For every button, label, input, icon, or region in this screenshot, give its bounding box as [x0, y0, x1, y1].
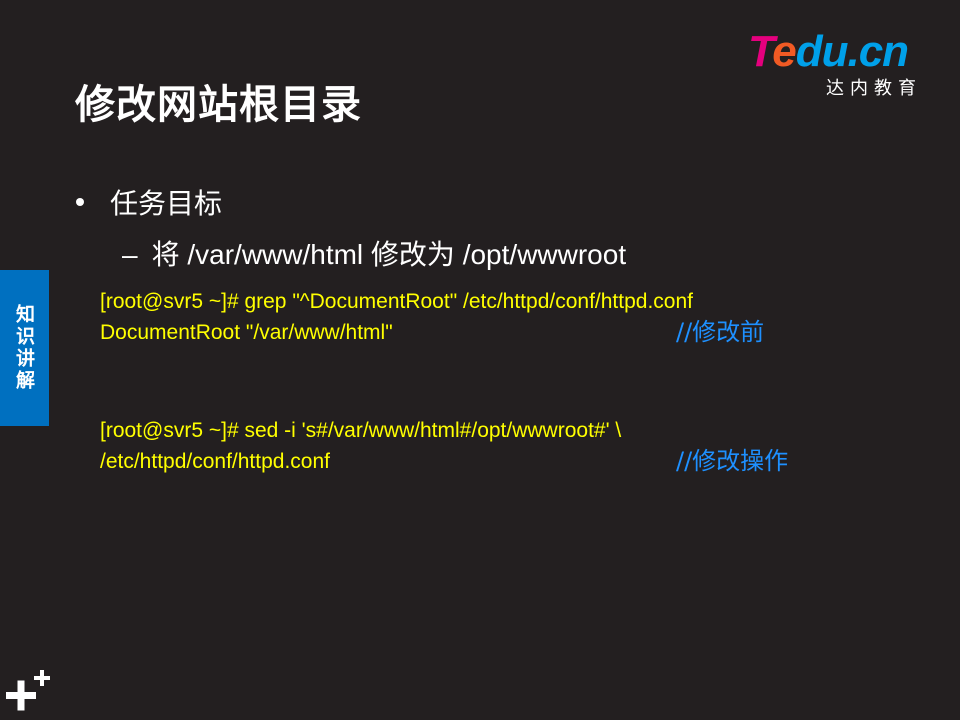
logo-subtitle: 达内教育	[826, 78, 922, 99]
code-block-grep: [root@svr5 ~]# grep "^DocumentRoot" /etc…	[100, 286, 764, 348]
sidebar-tab: 知识讲解	[0, 270, 49, 426]
logo-letters-rest: du.cn	[795, 27, 909, 76]
sub-bullet-dash: –	[122, 239, 138, 270]
code-line: [root@svr5 ~]# sed -i 's#/var/www/html#/…	[100, 415, 621, 446]
code-block-sed: [root@svr5 ~]# sed -i 's#/var/www/html#/…	[100, 415, 788, 477]
logo-letter-e: e	[772, 27, 797, 76]
code-text: DocumentRoot "/var/www/html"	[100, 321, 393, 344]
bullet-item: 任务目标	[76, 182, 222, 222]
logo-letter-t: T	[748, 27, 773, 76]
code-text: [root@svr5 ~]# grep "^DocumentRoot" /etc…	[100, 290, 693, 313]
plus-plus-icon	[6, 670, 50, 711]
sub-bullet-item: – 将 /var/www/html 修改为 /opt/wwwroot	[122, 233, 626, 273]
logo-wordmark: Tedu.cn	[748, 27, 909, 76]
code-comment: //修改前	[676, 318, 765, 346]
bullet-text: 任务目标	[110, 187, 223, 220]
slide: 修改网站根目录 Tedu.cn 达内教育 任务目标 – 将 /var/www/ht…	[0, 0, 960, 720]
sidebar-tab-label: 知识讲解	[13, 304, 35, 392]
code-text: [root@svr5 ~]# sed -i 's#/var/www/html#/…	[100, 419, 622, 442]
code-comment: //修改操作	[676, 447, 789, 475]
code-line: [root@svr5 ~]# grep "^DocumentRoot" /etc…	[100, 286, 693, 317]
slide-title: 修改网站根目录	[75, 82, 362, 128]
code-text: /etc/httpd/conf/httpd.conf	[100, 450, 330, 473]
bullet-dot-icon	[76, 198, 84, 206]
code-line: DocumentRoot "/var/www/html" //修改前	[100, 317, 764, 348]
tedu-logo: Tedu.cn 达内教育	[748, 27, 928, 100]
code-line: /etc/httpd/conf/httpd.conf //修改操作	[100, 446, 788, 477]
sub-bullet-text: 将 /var/www/html 修改为 /opt/wwwroot	[151, 239, 627, 270]
